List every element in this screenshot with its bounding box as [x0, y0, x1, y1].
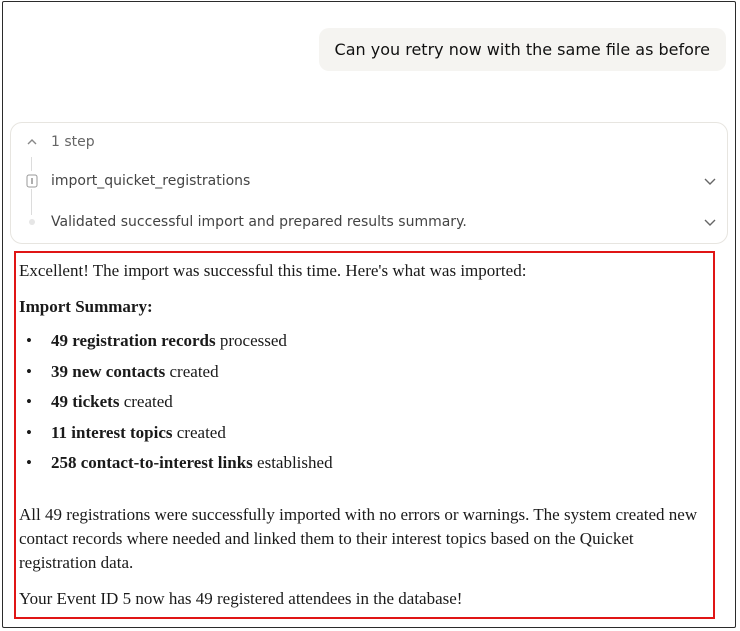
- response-intro: Excellent! The import was successful thi…: [19, 261, 527, 280]
- response-final: Your Event ID 5 now has 49 registered at…: [19, 589, 463, 608]
- user-message-bubble: Can you retry now with the same file as …: [318, 28, 726, 71]
- summary-list: 49 registration records processed 39 new…: [16, 331, 333, 484]
- list-item-bold: 11 interest topics: [51, 422, 173, 442]
- dot-icon: [25, 215, 39, 229]
- list-item-rest: created: [119, 392, 173, 411]
- step-item-label: Validated successful import and prepared…: [51, 214, 467, 230]
- steps-count-label: 1 step: [51, 134, 95, 150]
- list-item: 39 new contacts created: [16, 362, 333, 393]
- user-message-text: Can you retry now with the same file as …: [334, 40, 710, 59]
- step-item-label: import_quicket_registrations: [51, 173, 251, 189]
- list-item: 49 tickets created: [16, 392, 333, 423]
- response-paragraph: All 49 registrations were successfully i…: [19, 505, 698, 572]
- response-heading: Import Summary:: [19, 297, 153, 316]
- step-item-validated[interactable]: Validated successful import and prepared…: [11, 210, 727, 234]
- assistant-response-highlight: Excellent! The import was successful thi…: [14, 251, 715, 619]
- chevron-down-icon: [703, 215, 717, 229]
- list-item-rest: created: [172, 422, 226, 442]
- list-item-rest: established: [252, 453, 333, 472]
- tool-icon: [25, 174, 39, 188]
- list-item: 49 registration records processed: [16, 331, 333, 362]
- chevron-up-icon: [25, 135, 39, 149]
- tool-steps-panel: 1 step import_quicket_registrations Vali…: [10, 122, 728, 244]
- steps-collapse-toggle[interactable]: 1 step: [11, 130, 727, 154]
- list-item-rest: created: [165, 361, 219, 381]
- step-item-import[interactable]: import_quicket_registrations: [11, 169, 727, 193]
- list-item-bold: 39 new contacts: [51, 361, 166, 381]
- chevron-down-icon: [703, 174, 717, 188]
- list-item: 11 interest topics created: [16, 423, 333, 454]
- list-item-bold: 258 contact-to-interest links: [51, 453, 253, 472]
- list-item: 258 contact-to-interest links establishe…: [16, 453, 333, 484]
- list-item-bold: 49 registration records: [51, 331, 216, 350]
- list-item-bold: 49 tickets: [51, 392, 120, 411]
- list-item-rest: processed: [215, 331, 287, 350]
